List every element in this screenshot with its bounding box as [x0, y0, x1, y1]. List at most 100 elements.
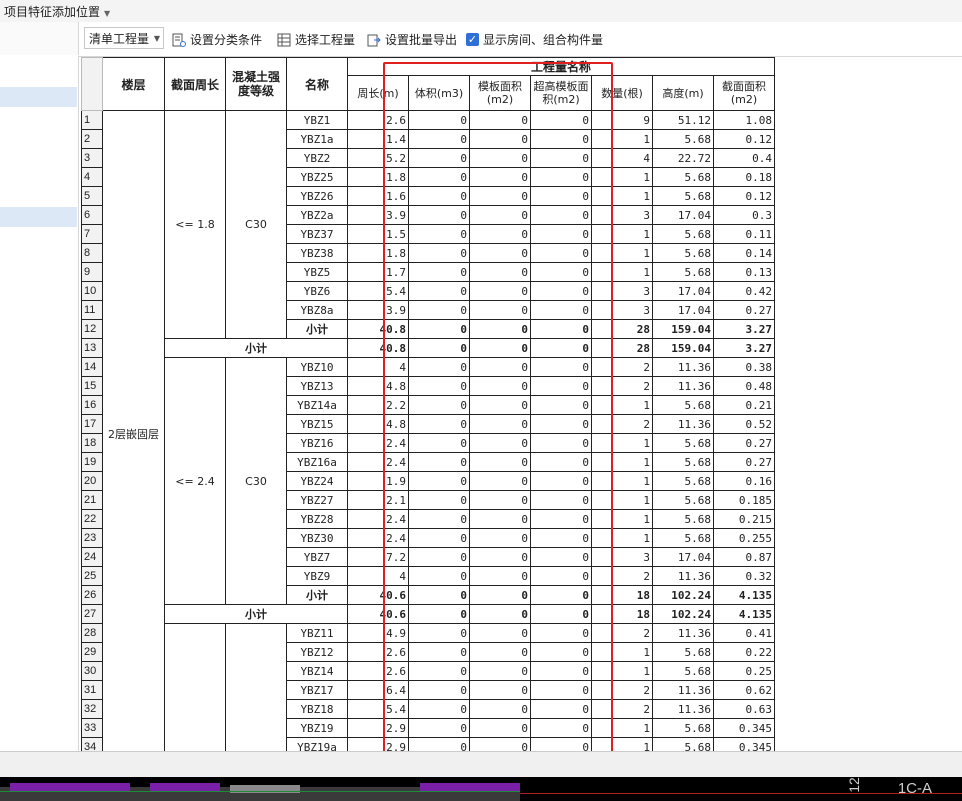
name-cell[interactable]: YBZ25	[286, 167, 348, 187]
section-area-cell[interactable]: 3.27	[713, 319, 775, 339]
formwork-cell[interactable]: 0	[469, 205, 531, 225]
concrete-grade-cell[interactable]: C30	[225, 357, 287, 605]
header-section-area[interactable]: 截面面积(m2)	[713, 75, 775, 111]
show-rooms-checkbox[interactable]: ✓ 显示房间、组合构件量	[466, 31, 603, 48]
section-area-cell[interactable]: 0.185	[713, 490, 775, 510]
section-area-cell[interactable]: 0.42	[713, 281, 775, 301]
formwork-cell[interactable]: 0	[469, 604, 531, 624]
volume-cell[interactable]: 0	[408, 528, 470, 548]
header-height[interactable]: 高度(m)	[652, 75, 714, 111]
count-cell[interactable]: 3	[591, 281, 653, 301]
perimeter-cell[interactable]: 4.8	[347, 414, 409, 434]
count-cell[interactable]: 28	[591, 338, 653, 358]
name-cell[interactable]: YBZ11	[286, 623, 348, 643]
volume-cell[interactable]: 0	[408, 338, 470, 358]
name-cell[interactable]: YBZ1	[286, 110, 348, 130]
perimeter-cell[interactable]: 3.9	[347, 300, 409, 320]
name-cell[interactable]: YBZ28	[286, 509, 348, 529]
formwork-cell[interactable]: 0	[469, 395, 531, 415]
name-cell[interactable]: YBZ2	[286, 148, 348, 168]
height-cell[interactable]: 17.04	[652, 547, 714, 567]
perimeter-cell[interactable]: 40.6	[347, 585, 409, 605]
formwork-cell[interactable]: 0	[469, 718, 531, 738]
height-cell[interactable]: 11.36	[652, 414, 714, 434]
height-cell[interactable]: 5.68	[652, 490, 714, 510]
formwork-cell[interactable]: 0	[469, 642, 531, 662]
section-area-cell[interactable]: 0.62	[713, 680, 775, 700]
count-cell[interactable]: 3	[591, 300, 653, 320]
section-area-cell[interactable]: 0.255	[713, 528, 775, 548]
table-row[interactable]: 27 小计 40.6 0 0 0 18 102.24 4.135	[81, 604, 775, 624]
formwork-cell[interactable]: 0	[469, 129, 531, 149]
high-formwork-cell[interactable]: 0	[530, 699, 592, 719]
formwork-cell[interactable]: 0	[469, 376, 531, 396]
count-cell[interactable]: 1	[591, 528, 653, 548]
height-cell[interactable]: 5.68	[652, 642, 714, 662]
high-formwork-cell[interactable]: 0	[530, 642, 592, 662]
volume-cell[interactable]: 0	[408, 357, 470, 377]
formwork-cell[interactable]: 0	[469, 623, 531, 643]
high-formwork-cell[interactable]: 0	[530, 509, 592, 529]
volume-cell[interactable]: 0	[408, 623, 470, 643]
high-formwork-cell[interactable]: 0	[530, 585, 592, 605]
height-cell[interactable]: 5.68	[652, 243, 714, 263]
high-formwork-cell[interactable]: 0	[530, 490, 592, 510]
count-cell[interactable]: 1	[591, 737, 653, 751]
formwork-cell[interactable]: 0	[469, 224, 531, 244]
perimeter-range-cell[interactable]: <= 1.8	[164, 110, 226, 339]
count-cell[interactable]: 3	[591, 547, 653, 567]
count-cell[interactable]: 1	[591, 471, 653, 491]
perimeter-cell[interactable]: 4	[347, 357, 409, 377]
formwork-cell[interactable]: 0	[469, 680, 531, 700]
header-quantity-group[interactable]: 工程量名称	[347, 57, 775, 76]
high-formwork-cell[interactable]: 0	[530, 623, 592, 643]
high-formwork-cell[interactable]: 0	[530, 452, 592, 472]
high-formwork-cell[interactable]: 0	[530, 737, 592, 751]
volume-cell[interactable]: 0	[408, 224, 470, 244]
high-formwork-cell[interactable]: 0	[530, 433, 592, 453]
formwork-cell[interactable]: 0	[469, 338, 531, 358]
high-formwork-cell[interactable]: 0	[530, 205, 592, 225]
perimeter-cell[interactable]: 7.2	[347, 547, 409, 567]
volume-cell[interactable]: 0	[408, 148, 470, 168]
count-cell[interactable]: 1	[591, 262, 653, 282]
perimeter-cell[interactable]: 2.4	[347, 509, 409, 529]
count-cell[interactable]: 18	[591, 604, 653, 624]
volume-cell[interactable]: 0	[408, 699, 470, 719]
section-area-cell[interactable]: 0.27	[713, 452, 775, 472]
height-cell[interactable]: 11.36	[652, 376, 714, 396]
table-row[interactable]: 28 YBZ11 4.9 0 0 0 2 11.36 0.41	[81, 623, 775, 751]
concrete-grade-cell[interactable]: C30	[225, 110, 287, 339]
height-cell[interactable]: 11.36	[652, 566, 714, 586]
high-formwork-cell[interactable]: 0	[530, 224, 592, 244]
formwork-cell[interactable]: 0	[469, 737, 531, 751]
section-area-cell[interactable]: 4.135	[713, 604, 775, 624]
formwork-cell[interactable]: 0	[469, 262, 531, 282]
count-cell[interactable]: 18	[591, 585, 653, 605]
name-cell[interactable]: YBZ5	[286, 262, 348, 282]
section-area-cell[interactable]: 0.87	[713, 547, 775, 567]
perimeter-cell[interactable]: 2.4	[347, 433, 409, 453]
section-area-cell[interactable]: 0.13	[713, 262, 775, 282]
name-cell[interactable]: YBZ14	[286, 661, 348, 681]
height-cell[interactable]: 5.68	[652, 186, 714, 206]
high-formwork-cell[interactable]: 0	[530, 148, 592, 168]
header-perimeter-range[interactable]: 截面周长	[164, 57, 226, 111]
section-area-cell[interactable]: 0.215	[713, 509, 775, 529]
perimeter-cell[interactable]: 4	[347, 566, 409, 586]
count-cell[interactable]: 1	[591, 642, 653, 662]
high-formwork-cell[interactable]: 0	[530, 680, 592, 700]
volume-cell[interactable]: 0	[408, 167, 470, 187]
height-cell[interactable]: 5.68	[652, 509, 714, 529]
count-cell[interactable]: 2	[591, 680, 653, 700]
count-cell[interactable]: 2	[591, 376, 653, 396]
high-formwork-cell[interactable]: 0	[530, 110, 592, 130]
volume-cell[interactable]: 0	[408, 376, 470, 396]
volume-cell[interactable]: 0	[408, 110, 470, 130]
count-cell[interactable]: 2	[591, 623, 653, 643]
tree-selected-row[interactable]	[0, 87, 77, 107]
formwork-cell[interactable]: 0	[469, 490, 531, 510]
perimeter-cell[interactable]: 2.4	[347, 452, 409, 472]
volume-cell[interactable]: 0	[408, 319, 470, 339]
name-cell[interactable]: YBZ26	[286, 186, 348, 206]
